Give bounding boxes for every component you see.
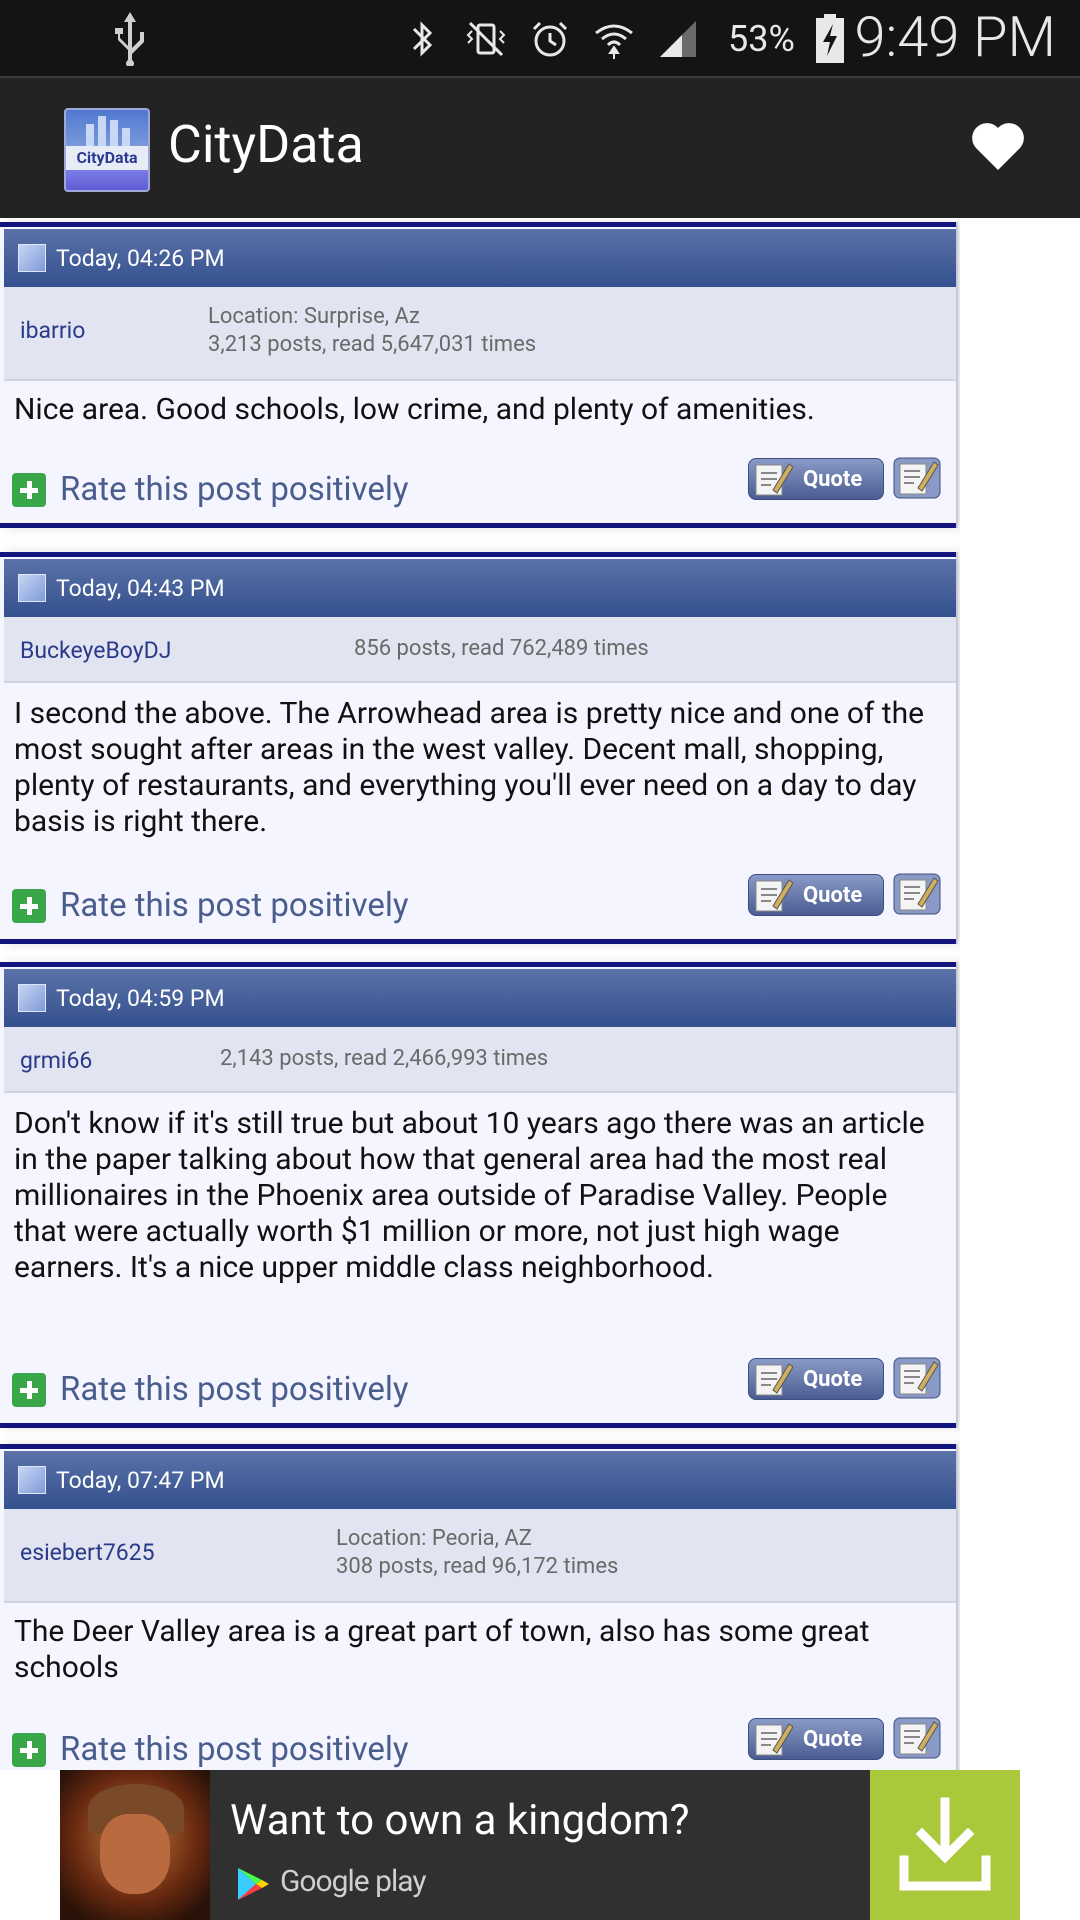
app-logo[interactable]: CityData xyxy=(64,108,150,192)
pencil-icon xyxy=(755,1363,793,1396)
app-bar: CityData CityData xyxy=(0,76,1080,218)
battery-icon xyxy=(815,14,844,63)
post-item: Today, 04:59 PM grmi66 2,143 posts, read… xyxy=(0,962,958,1428)
post-stats: 856 posts, read 762,489 times xyxy=(354,636,649,661)
post-icon xyxy=(18,1466,46,1494)
post-date: Today, 07:47 PM xyxy=(56,1466,225,1494)
post-header: Today, 04:43 PM xyxy=(4,559,956,617)
post-item: Today, 04:26 PM ibarrio Location: Surpri… xyxy=(0,222,958,528)
post-username[interactable]: BuckeyeBoyDJ xyxy=(20,637,171,664)
quote-button[interactable]: Quote xyxy=(748,874,884,916)
post-userinfo: 2,143 posts, read 2,466,993 times xyxy=(220,1045,548,1073)
post-icon xyxy=(18,574,46,602)
post-date: Today, 04:59 PM xyxy=(56,984,225,1012)
rate-post-button[interactable]: Rate this post positively xyxy=(12,1370,408,1409)
post-stats: 3,213 posts, read 5,647,031 times xyxy=(208,332,537,357)
quote-label: Quote xyxy=(803,1726,863,1752)
logo-building xyxy=(122,128,130,146)
post-userinfo: Location: Peoria, AZ 308 posts, read 96,… xyxy=(336,1525,618,1581)
plus-icon xyxy=(12,888,46,923)
ad-face xyxy=(100,1814,170,1894)
edit-post-icon[interactable] xyxy=(892,1356,942,1400)
rate-post-label: Rate this post positively xyxy=(60,470,409,509)
post-date: Today, 04:26 PM xyxy=(56,244,225,272)
google-play-icon xyxy=(238,1868,269,1900)
wifi-icon xyxy=(595,24,633,59)
alarm-icon xyxy=(532,21,568,57)
rate-post-label: Rate this post positively xyxy=(60,1370,409,1409)
quote-label: Quote xyxy=(803,882,863,908)
post-meta: grmi66 2,143 posts, read 2,466,993 times xyxy=(4,1027,956,1093)
post-username[interactable]: esiebert7625 xyxy=(20,1539,155,1566)
post-username[interactable]: ibarrio xyxy=(20,317,85,344)
bluetooth-icon xyxy=(412,21,433,57)
plus-icon xyxy=(12,1732,46,1767)
post-stats: 308 posts, read 96,172 times xyxy=(336,1554,619,1579)
ad-banner[interactable]: Want to own a kingdom? Google play xyxy=(60,1770,1020,1920)
post-item: Today, 04:43 PM BuckeyeBoyDJ 856 posts, … xyxy=(0,552,958,944)
quote-label: Quote xyxy=(803,466,863,492)
download-icon xyxy=(899,1797,991,1891)
pencil-icon xyxy=(755,1723,793,1756)
rate-post-label: Rate this post positively xyxy=(60,886,409,925)
post-stats: 2,143 posts, read 2,466,993 times xyxy=(220,1046,549,1071)
post-icon xyxy=(18,244,46,272)
clock: 9:49 PM xyxy=(854,4,1056,70)
battery-percent: 53% xyxy=(728,18,795,60)
post-userinfo: Location: Surprise, Az 3,213 posts, read… xyxy=(208,303,536,359)
logo-building xyxy=(98,116,106,146)
plus-icon xyxy=(12,472,46,507)
edit-post-icon[interactable] xyxy=(892,456,942,500)
status-bar: 53% 9:49 PM xyxy=(0,0,1080,76)
rate-post-label: Rate this post positively xyxy=(60,1730,409,1769)
rate-post-button[interactable]: Rate this post positively xyxy=(12,470,408,509)
quote-button[interactable]: Quote xyxy=(748,1718,884,1760)
post-body: The Deer Valley area is a great part of … xyxy=(14,1614,870,1685)
rate-post-button[interactable]: Rate this post positively xyxy=(12,886,408,925)
logo-skyline xyxy=(66,110,148,146)
ad-download-button[interactable] xyxy=(870,1770,1020,1920)
post-meta: BuckeyeBoyDJ 856 posts, read 762,489 tim… xyxy=(4,617,956,683)
logo-text: CityData xyxy=(76,148,138,167)
post-username[interactable]: grmi66 xyxy=(20,1047,92,1074)
vibrate-icon xyxy=(466,21,506,57)
usb-icon xyxy=(115,12,144,66)
ad-image xyxy=(60,1770,210,1920)
post-date: Today, 04:43 PM xyxy=(56,574,225,602)
edit-post-icon[interactable] xyxy=(892,872,942,916)
post-location: Location: Peoria, AZ xyxy=(336,1526,532,1551)
logo-building xyxy=(110,120,118,146)
plus-icon xyxy=(12,1372,46,1407)
post-icon xyxy=(18,984,46,1012)
signal-icon xyxy=(660,21,696,57)
logo-band xyxy=(66,170,148,190)
post-meta: ibarrio Location: Surprise, Az 3,213 pos… xyxy=(4,287,956,381)
quote-button[interactable]: Quote xyxy=(748,1358,884,1400)
quote-label: Quote xyxy=(803,1366,863,1392)
ad-title: Want to own a kingdom? xyxy=(230,1796,690,1845)
quote-button[interactable]: Quote xyxy=(748,458,884,500)
post-header: Today, 04:59 PM xyxy=(4,969,956,1027)
edit-post-icon[interactable] xyxy=(892,1716,942,1760)
post-body: Nice area. Good schools, low crime, and … xyxy=(14,392,815,427)
pencil-icon xyxy=(755,463,793,496)
post-userinfo: 856 posts, read 762,489 times xyxy=(354,635,649,663)
post-body: Don't know if it's still true but about … xyxy=(14,1106,925,1285)
app-title: CityData xyxy=(168,114,364,175)
status-icons: 53% xyxy=(400,12,845,66)
post-body: I second the above. The Arrowhead area i… xyxy=(14,696,925,839)
post-location: Location: Surprise, Az xyxy=(208,304,420,329)
post-header: Today, 07:47 PM xyxy=(4,1451,956,1509)
heart-icon[interactable] xyxy=(968,116,1028,176)
logo-building xyxy=(86,124,94,146)
pencil-icon xyxy=(755,879,793,912)
ad-store-label: Google play xyxy=(280,1864,427,1899)
post-meta: esiebert7625 Location: Peoria, AZ 308 po… xyxy=(4,1509,956,1603)
post-item: Today, 07:47 PM esiebert7625 Location: P… xyxy=(0,1444,958,1770)
rate-post-button[interactable]: Rate this post positively xyxy=(12,1730,408,1769)
post-header: Today, 04:26 PM xyxy=(4,229,956,287)
posts-list[interactable]: Today, 04:26 PM ibarrio Location: Surpri… xyxy=(0,218,960,1770)
